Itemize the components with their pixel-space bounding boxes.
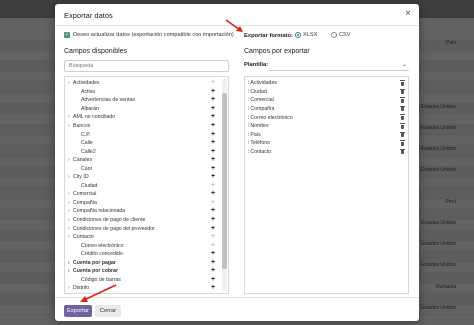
annotation-arrow-format [225, 19, 243, 32]
annotation-arrows [80, 19, 243, 302]
annotation-arrow-export-button [80, 284, 117, 302]
